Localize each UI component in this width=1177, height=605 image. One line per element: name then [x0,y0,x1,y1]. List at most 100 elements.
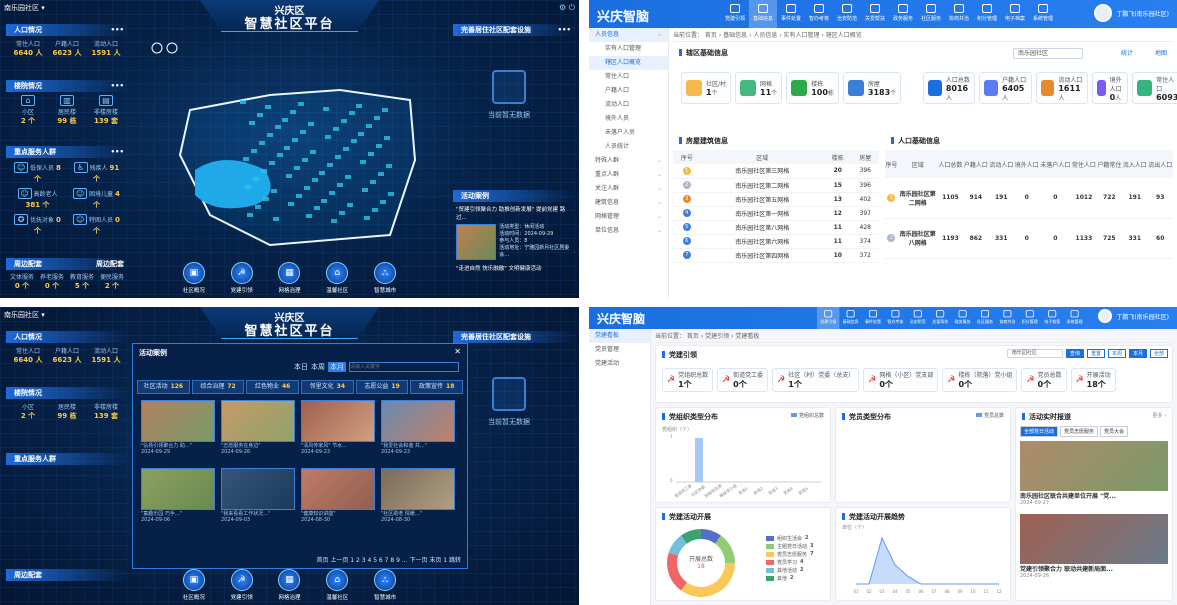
news-tab[interactable]: 党员大会 [1100,426,1129,437]
filter-button[interactable]: 查询 [1065,349,1084,358]
activity-item[interactable]: "健康知识讲座" 2024-08-30 [301,468,375,530]
user-menu[interactable]: 丁鹏飞(南乐园社区) [1094,4,1169,22]
filter-button[interactable]: 本周 [1107,349,1126,358]
module-1[interactable]: 基础信息 [749,0,777,28]
category-tab[interactable]: 政策宣传 18 [410,380,464,394]
more-link[interactable]: 更多 › [1152,412,1166,419]
module-5[interactable]: 关爱帮扶 [929,307,951,329]
sidebar-item[interactable]: 网格管理 ⌄ [589,210,668,224]
news-item[interactable]: 党建引领聚合力 联动共建新局面... 2024-09-26 [1016,510,1172,583]
community-selector[interactable]: 南乐园社区 ▾ [4,310,45,320]
header-icons[interactable]: ⚙ ⏻ [559,3,575,13]
more-icon[interactable]: ••• [111,24,124,36]
pagination[interactable]: 首页 上一页 1 2 3 4 5 6 7 8 9 ... 下一页 末页 1 跳转 [316,555,461,564]
sidebar-item[interactable]: 建筑信息 ⌄ [589,196,668,210]
activity-item[interactable]: "志愿服务在身边" 2024-09-26 [221,400,295,462]
module-3[interactable]: 智办考核 [805,0,833,28]
category-tab[interactable]: 综合治理 72 [191,380,245,394]
sidebar-item[interactable]: 单位信息 ⌄ [589,224,668,238]
stat-button[interactable]: 统计 [1121,48,1133,57]
module-3[interactable]: 智办考核 [884,307,906,329]
module-2[interactable]: 事件处置 [777,0,805,28]
activity-item[interactable]: "清风传家风" 节水... 2024-09-23 [301,400,375,462]
table-row[interactable]: 1 南乐园社区第三网格 20 396 [673,164,879,179]
table-row[interactable]: 6 南乐园社区第六网格 11 374 [673,234,879,249]
sidebar-item[interactable]: 党建活动 [589,357,650,371]
filter-week[interactable]: 本周 [311,362,325,372]
activity-photo[interactable] [456,224,497,260]
news-tab[interactable]: 党员志愿服务 [1060,426,1099,437]
nav-smart[interactable]: ⛬ 智慧城市 [364,262,406,294]
module-5[interactable]: 关爱帮扶 [861,0,889,28]
nav-warm[interactable]: ⌂ 温馨社区 [316,262,358,294]
filter-button[interactable]: 重置 [1086,349,1105,358]
activity-case-title[interactable]: "贸建引领聚合力 助推创新发展" 提前党建 路过... [453,202,575,224]
module-11[interactable]: 系统管理 [1063,307,1085,329]
sidebar-item[interactable]: 人员信息 ⌄ [589,28,668,42]
map-button[interactable]: 地图 [1155,48,1167,57]
filter-month[interactable]: 本月 [328,362,346,372]
sidebar-item[interactable]: 境外人员 [589,112,668,126]
filter-button[interactable]: 全部 [1149,349,1168,358]
module-9[interactable]: 积分管理 [1019,307,1041,329]
module-0[interactable]: 党建引领 [721,0,749,28]
module-9[interactable]: 积分管理 [973,0,1001,28]
module-8[interactable]: 协商共治 [945,0,973,28]
sidebar-item[interactable]: 党员管理 [589,343,650,357]
module-1[interactable]: 基础信息 [839,307,861,329]
table-row[interactable]: 2 南乐园社区第八网格 1193 862 331 0 0 1133 725 331 60 [885,218,1173,259]
module-0[interactable]: 党建引领 [817,307,840,330]
news-tab[interactable]: 全部党日活动 [1020,426,1059,437]
category-tab[interactable]: 社区活动 126 [137,380,190,394]
community-selector[interactable]: 南乐园社区 ▾ [4,3,45,13]
sidebar-item[interactable]: 辖区人口概览 [589,56,668,70]
table-row[interactable]: 2 南乐园社区第二网格 15 396 [673,178,879,193]
activity-item[interactable]: "社区助老 情暖..." 2024-08-30 [381,468,455,530]
table-row[interactable]: 5 南乐园社区第八网格 11 428 [673,220,879,235]
sidebar-item[interactable]: 流动人口 [589,98,668,112]
sidebar-item[interactable]: 重点人群 ⌄ [589,168,668,182]
more-icon[interactable]: ••• [558,24,571,36]
sidebar-item[interactable]: 人员统计 [589,140,668,154]
filter-button[interactable]: 本月 [1128,349,1147,358]
sidebar-item[interactable]: 常住人口 [589,70,668,84]
activity-item[interactable]: "我来看看工作状况..." 2024-09-03 [221,468,295,530]
activity-item[interactable]: "我爱社会和谐 共..." 2024-09-23 [381,400,455,462]
more-icon[interactable]: ••• [111,146,124,158]
activity-item[interactable]: "童趣乐园 巧手..." 2024-09-06 [141,468,215,530]
category-tab[interactable]: 红色物业 46 [246,380,300,394]
module-10[interactable]: 电子档案 [1001,0,1029,28]
community-map[interactable] [150,40,450,258]
news-item[interactable]: 南乐园社区联合共建单位开展 "党... 2024-09-27 [1016,437,1172,510]
category-tab[interactable]: 志愿公益 19 [355,380,409,394]
search-input[interactable] [349,362,459,372]
module-4[interactable]: 治安防范 [833,0,861,28]
module-6[interactable]: 政务服务 [951,307,973,329]
filter-day[interactable]: 本日 [294,362,308,372]
table-row[interactable]: 1 南乐园社区第二网格 1105 914 191 0 0 1012 722 191 93 [885,178,1173,219]
activity-item[interactable]: "弘扬引领聚合力 助..." 2024-09-29 [141,400,215,462]
sidebar-item[interactable]: 户籍人口 [589,84,668,98]
nav-overview[interactable]: ▣ 社区概况 [173,262,215,294]
sidebar-item[interactable]: 实有人口管理 [589,42,668,56]
nav-grid[interactable]: ▦ 网格治理 [268,262,310,294]
map-marker-icon[interactable] [166,42,178,54]
module-8[interactable]: 协商共治 [996,307,1018,329]
sidebar-item[interactable]: 关注人群 ⌄ [589,182,668,196]
table-row[interactable]: 7 南乐园社区第四网格 10 372 [673,248,879,263]
module-7[interactable]: 社区服务 [917,0,945,28]
nav-party[interactable]: ☭ 党建引领 [221,262,263,294]
module-10[interactable]: 电子档案 [1041,307,1063,329]
module-4[interactable]: 治安防范 [907,307,929,329]
category-tab[interactable]: 邻里文化 34 [301,380,354,394]
table-row[interactable]: 3 南乐园社区第五网格 13 402 [673,192,879,207]
sidebar-item[interactable]: 党建看板 [589,329,650,343]
module-2[interactable]: 事件处置 [862,307,884,329]
community-select[interactable]: 南乐园社区 [1006,349,1063,358]
module-7[interactable]: 社区服务 [974,307,996,329]
community-select[interactable]: 南乐园社区 [1013,48,1083,59]
module-11[interactable]: 系统管理 [1029,0,1057,28]
module-6[interactable]: 政务服务 [889,0,917,28]
more-icon[interactable]: ••• [111,80,124,92]
activity-case-title[interactable]: "走进自然 快乐融融" 文明健康活动 [453,260,575,276]
